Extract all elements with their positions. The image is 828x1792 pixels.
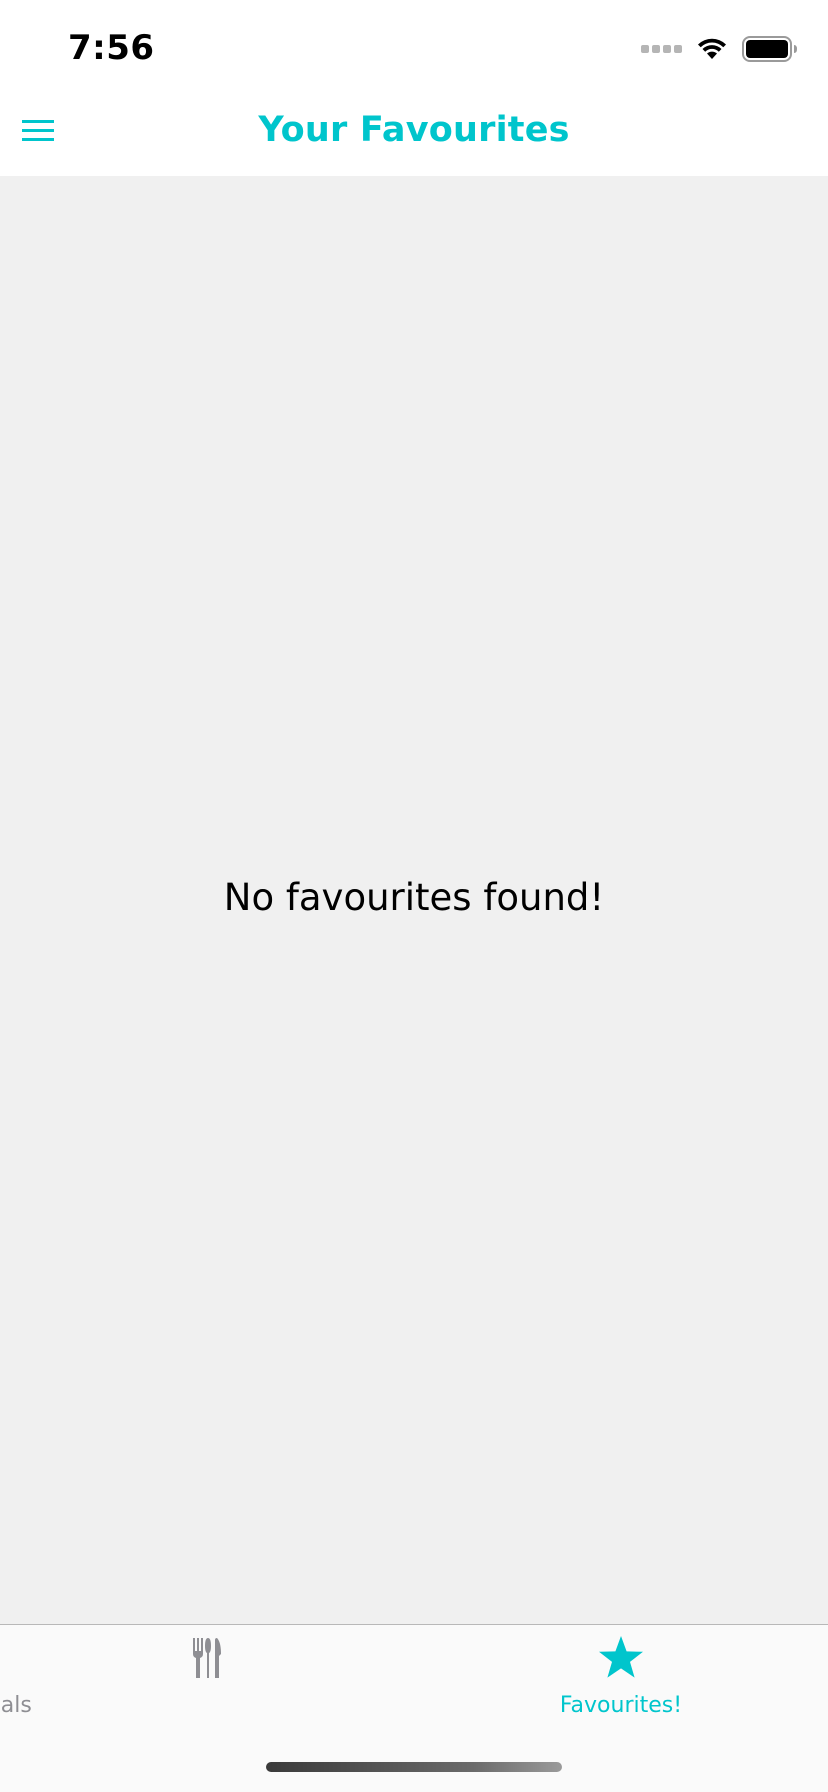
tab-favourites-label: Favourites! <box>559 1693 683 1718</box>
tab-meals-label: Meals <box>0 1693 32 1718</box>
tab-meals[interactable]: Meals <box>0 1625 414 1735</box>
status-bar: 7:56 <box>0 0 828 88</box>
empty-state-message: No favourites found! <box>223 876 605 919</box>
battery-icon <box>742 36 797 62</box>
home-indicator[interactable] <box>266 1762 562 1772</box>
page-title: Your Favourites <box>258 110 570 150</box>
status-time: 7:56 <box>68 28 155 68</box>
app-screen: 7:56 Your Favourites No favourites found… <box>0 0 828 1792</box>
status-icons <box>641 34 798 64</box>
fork-knife-icon <box>193 1638 221 1678</box>
navigation-header: Your Favourites <box>0 88 828 176</box>
favourites-content: No favourites found! <box>0 176 828 1624</box>
wifi-icon <box>698 38 726 59</box>
tab-favourites[interactable]: Favourites! <box>414 1625 828 1735</box>
signal-dots-icon <box>641 45 682 53</box>
star-icon <box>599 1636 643 1678</box>
